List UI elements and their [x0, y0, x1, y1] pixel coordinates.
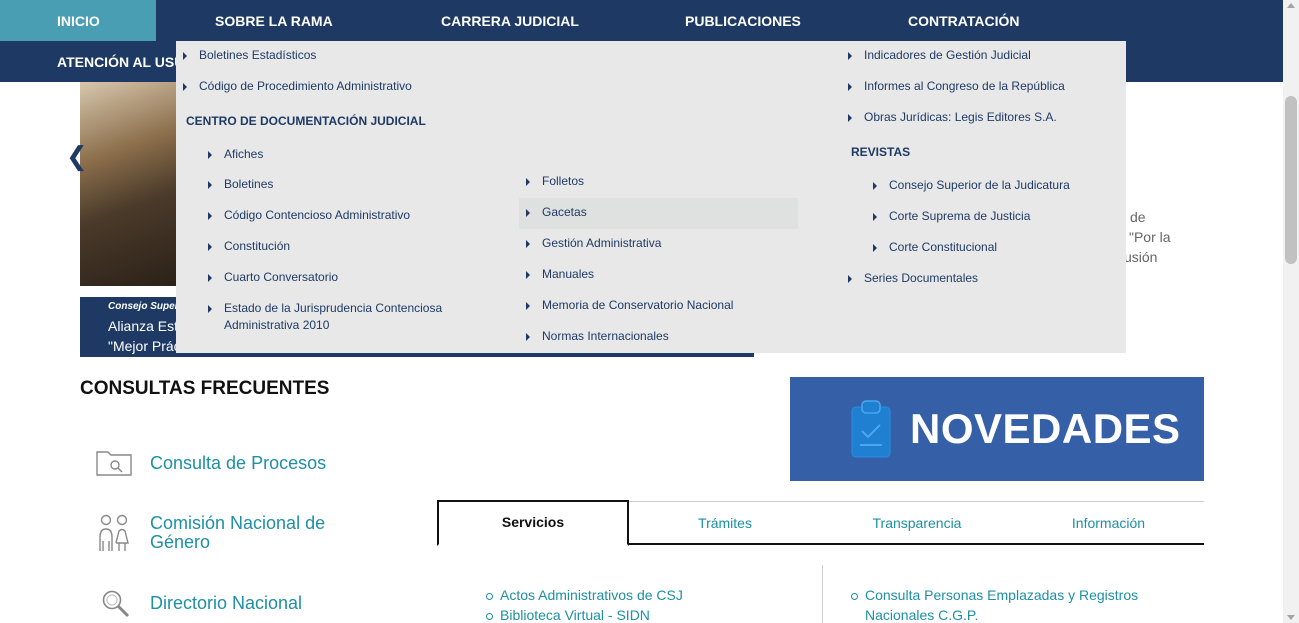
- comision-genero-link[interactable]: Comisión Nacional de Género: [150, 514, 350, 552]
- caret-right-icon: [526, 240, 530, 248]
- folder-search-icon[interactable]: [96, 448, 134, 481]
- menu-item-memoria-conservatorio[interactable]: Memoria de Conservatorio Nacional: [526, 297, 733, 314]
- nav-item-atencion-al-usuario[interactable]: ATENCIÓN AL USU: [57, 54, 184, 70]
- menu-item-informes-congreso[interactable]: Informes al Congreso de la República: [848, 78, 1065, 95]
- menu-item-corte-suprema[interactable]: Corte Suprema de Justicia: [873, 208, 1030, 225]
- caret-right-icon: [526, 333, 530, 341]
- service-link-biblioteca-virtual[interactable]: Biblioteca Virtual - SIDN: [486, 605, 806, 623]
- nav-item-publicaciones[interactable]: PUBLICACIONES: [685, 13, 801, 29]
- menu-item-codigo-contencioso[interactable]: Código Contencioso Administrativo: [208, 207, 410, 224]
- consultas-frecuentes-title: CONSULTAS FRECUENTES: [80, 378, 330, 399]
- people-icon[interactable]: [96, 513, 132, 558]
- nav-item-carrera-judicial[interactable]: CARRERA JUDICIAL: [441, 13, 579, 29]
- caret-right-icon: [848, 83, 852, 91]
- menu-item-obras-juridicas[interactable]: Obras Jurídicas: Legis Editores S.A.: [848, 109, 1057, 126]
- menu-heading-centro-documentacion[interactable]: CENTRO DE DOCUMENTACIÓN JUDICIAL: [186, 114, 426, 128]
- caret-right-icon: [526, 178, 530, 186]
- menu-item-gacetas[interactable]: Gacetas: [526, 204, 587, 221]
- nav-item-contratacion[interactable]: CONTRATACIÓN: [908, 13, 1019, 29]
- menu-item-corte-constitucional[interactable]: Corte Constitucional: [873, 239, 997, 256]
- carousel-side-text: de "Por la usión: [1124, 207, 1171, 267]
- caret-right-icon: [208, 274, 212, 282]
- caret-right-icon: [848, 52, 852, 60]
- novedades-banner[interactable]: NOVEDADES: [790, 377, 1204, 481]
- menu-item-codigo-procedimiento[interactable]: Código de Procedimiento Administrativo: [183, 78, 412, 95]
- caret-right-icon: [873, 182, 877, 190]
- caret-right-icon: [526, 271, 530, 279]
- caret-right-icon: [208, 151, 212, 159]
- caret-right-icon: [208, 181, 212, 189]
- caret-right-icon: [208, 212, 212, 220]
- publicaciones-dropdown-menu: Boletines Estadísticos Código de Procedi…: [176, 41, 1126, 353]
- caption-line: "Mejor Prác: [108, 338, 181, 354]
- menu-item-normas-internacionales[interactable]: Normas Internacionales: [526, 328, 669, 345]
- side-text-line: de: [1130, 209, 1146, 225]
- carousel-image: [80, 82, 180, 286]
- consulta-procesos-link[interactable]: Consulta de Procesos: [150, 454, 326, 473]
- menu-item-boletines-estadisticos[interactable]: Boletines Estadísticos: [183, 47, 316, 64]
- tab-informacion[interactable]: Información: [1013, 501, 1204, 545]
- services-list-left: Actos Administrativos de CSJ Biblioteca …: [486, 585, 806, 623]
- caret-right-icon: [873, 244, 877, 252]
- caption-title: Alianza Est "Mejor Prác: [108, 316, 181, 356]
- service-link-actos-administrativos[interactable]: Actos Administrativos de CSJ: [486, 585, 806, 605]
- nav-item-sobre-la-rama[interactable]: SOBRE LA RAMA: [215, 13, 333, 29]
- scroll-up-arrow-icon[interactable]: [1287, 3, 1295, 8]
- scroll-down-arrow-icon[interactable]: [1287, 615, 1295, 620]
- side-text-line: "Por la: [1129, 229, 1171, 245]
- caret-right-icon: [873, 213, 877, 221]
- menu-item-manuales[interactable]: Manuales: [526, 266, 594, 283]
- caret-right-icon: [526, 302, 530, 310]
- novedades-label: NOVEDADES: [910, 405, 1181, 452]
- menu-item-estado-jurisprudencia[interactable]: Estado de la Jurisprudencia Contenciosa …: [208, 300, 464, 334]
- menu-heading-revistas[interactable]: REVISTAS: [851, 145, 910, 159]
- caption-line: Alianza Est: [108, 318, 179, 334]
- directorio-nacional-link[interactable]: Directorio Nacional: [150, 594, 302, 613]
- tab-transparencia[interactable]: Transparencia: [821, 501, 1013, 545]
- menu-item-boletines[interactable]: Boletines: [208, 176, 273, 193]
- caret-right-icon: [848, 275, 852, 283]
- caret-right-icon: [526, 209, 530, 217]
- service-link-consulta-emplazadas[interactable]: Consulta Personas Emplazadas y Registros…: [851, 585, 1161, 623]
- magnifier-icon[interactable]: [100, 588, 132, 623]
- tab-servicios[interactable]: Servicios: [437, 500, 629, 546]
- caret-right-icon: [208, 243, 212, 251]
- side-text-line: usión: [1124, 249, 1158, 265]
- menu-item-gestion-administrativa[interactable]: Gestión Administrativa: [526, 235, 661, 252]
- scroll-thumb[interactable]: [1285, 96, 1297, 264]
- nav-item-inicio[interactable]: INICIO: [57, 13, 100, 29]
- services-list-right: Consulta Personas Emplazadas y Registros…: [851, 585, 1161, 623]
- caret-right-icon: [208, 305, 212, 313]
- services-tabs: Servicios Trámites Transparencia Informa…: [437, 500, 1204, 546]
- menu-item-consejo-superior[interactable]: Consejo Superior de la Judicatura: [873, 177, 1070, 194]
- vertical-scrollbar[interactable]: [1283, 0, 1299, 623]
- caret-right-icon: [183, 52, 187, 60]
- menu-item-series-documentales[interactable]: Series Documentales: [848, 270, 978, 287]
- menu-item-folletos[interactable]: Folletos: [526, 173, 584, 190]
- menu-item-afiches[interactable]: Afiches: [208, 146, 263, 163]
- column-divider: [822, 565, 823, 623]
- menu-item-indicadores-gestion[interactable]: Indicadores de Gestión Judicial: [848, 47, 1031, 64]
- page: INICIO SOBRE LA RAMA CARRERA JUDICIAL PU…: [0, 0, 1299, 623]
- clipboard-icon: [850, 399, 892, 464]
- caret-right-icon: [183, 83, 187, 91]
- chevron-left-icon[interactable]: ❮: [66, 143, 88, 169]
- tab-tramites[interactable]: Trámites: [629, 501, 821, 545]
- menu-item-constitucion[interactable]: Constitución: [208, 238, 290, 255]
- caret-right-icon: [848, 114, 852, 122]
- menu-item-cuarto-conversatorio[interactable]: Cuarto Conversatorio: [208, 269, 338, 286]
